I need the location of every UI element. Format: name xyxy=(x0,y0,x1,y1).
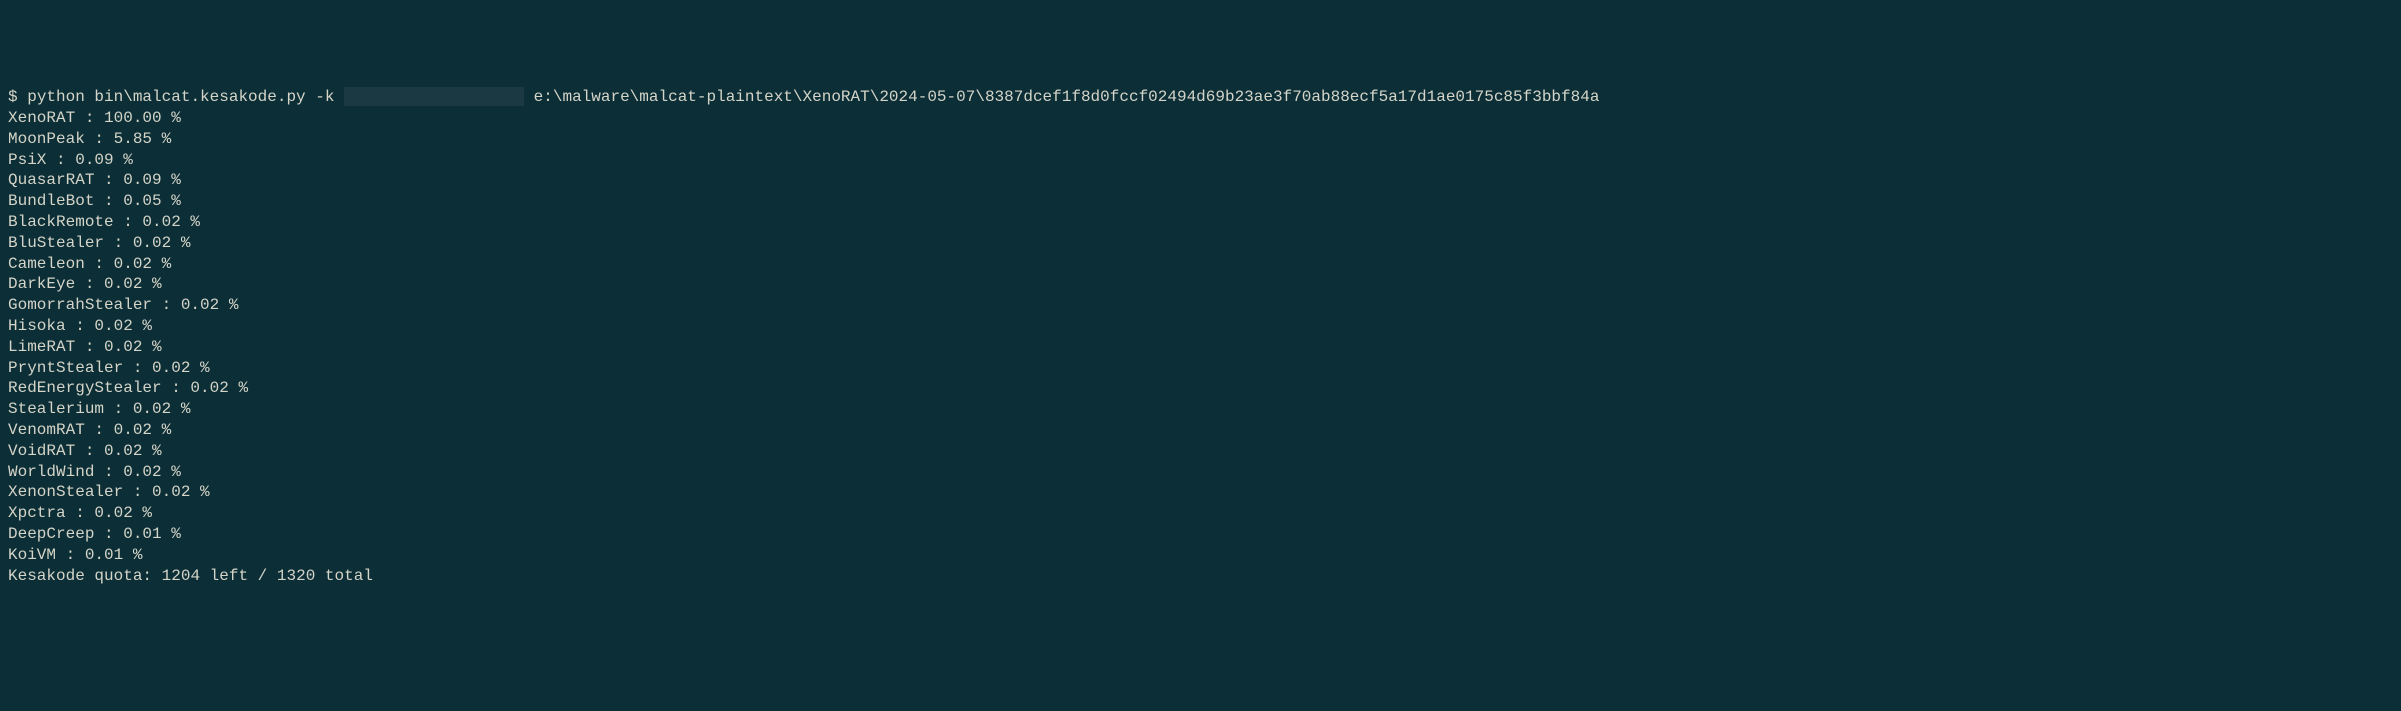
result-line: VenomRAT : 0.02 % xyxy=(8,420,2393,441)
result-line: PryntStealer : 0.02 % xyxy=(8,358,2393,379)
result-line: Hisoka : 0.02 % xyxy=(8,316,2393,337)
results-list: XenoRAT : 100.00 %MoonPeak : 5.85 %PsiX … xyxy=(8,108,2393,566)
result-line: VoidRAT : 0.02 % xyxy=(8,441,2393,462)
result-line: MoonPeak : 5.85 % xyxy=(8,129,2393,150)
quota-separator: / xyxy=(258,567,268,585)
quota-total: 1320 xyxy=(277,567,315,585)
result-line: QuasarRAT : 0.09 % xyxy=(8,170,2393,191)
result-line: XenoRAT : 100.00 % xyxy=(8,108,2393,129)
result-line: KoiVM : 0.01 % xyxy=(8,545,2393,566)
redacted-key xyxy=(344,87,524,106)
prompt-symbol: $ xyxy=(8,87,18,108)
result-line: DeepCreep : 0.01 % xyxy=(8,524,2393,545)
result-line: BundleBot : 0.05 % xyxy=(8,191,2393,212)
command-before: python bin\malcat.kesakode.py -k xyxy=(18,87,344,108)
terminal-output: $ python bin\malcat.kesakode.py -k e:\ma… xyxy=(8,87,2393,586)
result-line: Xpctra : 0.02 % xyxy=(8,503,2393,524)
command-line[interactable]: $ python bin\malcat.kesakode.py -k e:\ma… xyxy=(8,87,2393,108)
result-line: Stealerium : 0.02 % xyxy=(8,399,2393,420)
result-line: WorldWind : 0.02 % xyxy=(8,462,2393,483)
command-after: e:\malware\malcat-plaintext\XenoRAT\2024… xyxy=(524,87,1599,108)
result-line: XenonStealer : 0.02 % xyxy=(8,482,2393,503)
quota-left: 1204 xyxy=(162,567,200,585)
quota-total-label: total xyxy=(325,567,373,585)
result-line: GomorrahStealer : 0.02 % xyxy=(8,295,2393,316)
result-line: PsiX : 0.09 % xyxy=(8,150,2393,171)
result-line: BluStealer : 0.02 % xyxy=(8,233,2393,254)
result-line: RedEnergyStealer : 0.02 % xyxy=(8,378,2393,399)
result-line: BlackRemote : 0.02 % xyxy=(8,212,2393,233)
quota-label: Kesakode quota: xyxy=(8,567,152,585)
result-line: Cameleon : 0.02 % xyxy=(8,254,2393,275)
result-line: DarkEye : 0.02 % xyxy=(8,274,2393,295)
quota-left-label: left xyxy=(210,567,248,585)
quota-line: Kesakode quota: 1204 left / 1320 total xyxy=(8,566,2393,587)
result-line: LimeRAT : 0.02 % xyxy=(8,337,2393,358)
